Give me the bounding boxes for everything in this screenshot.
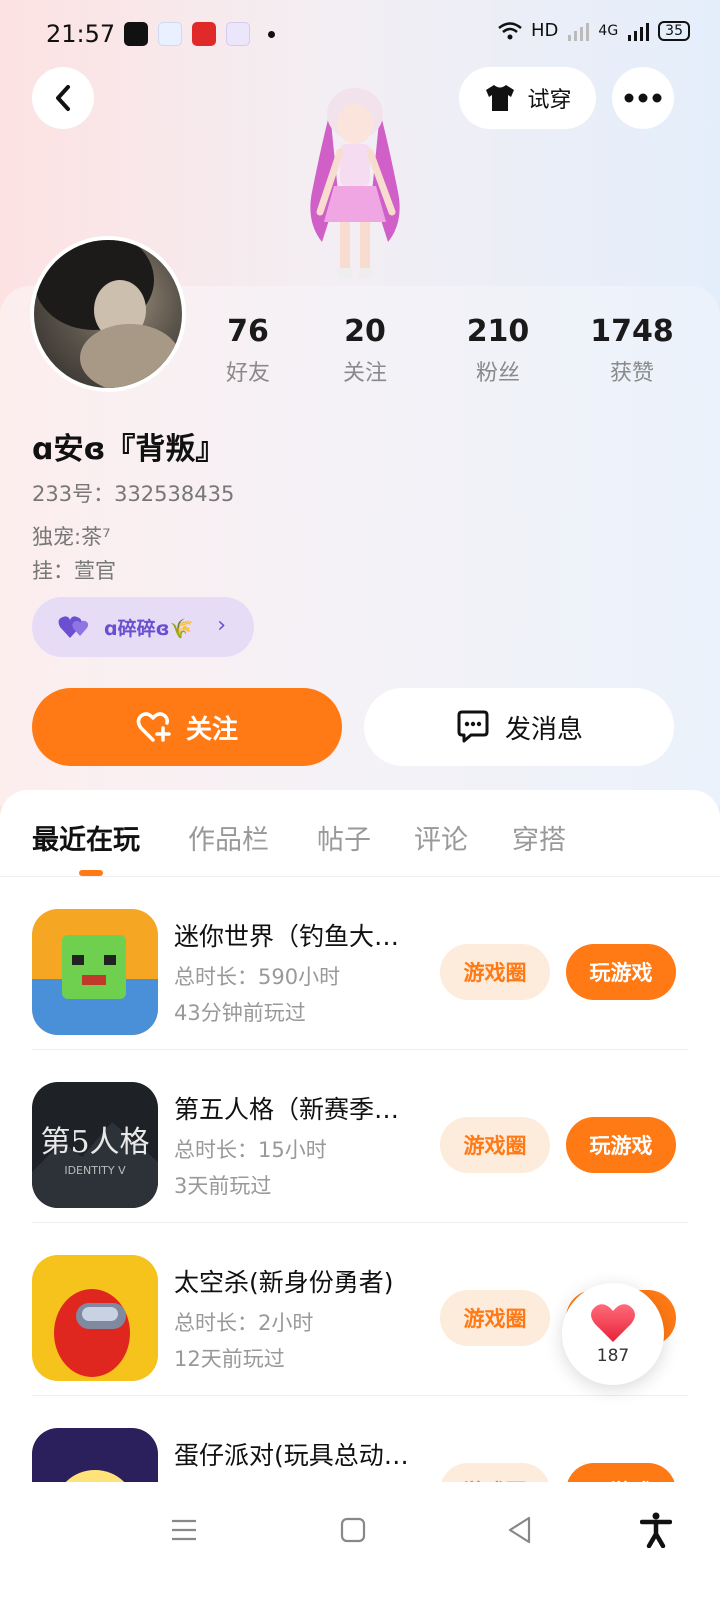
signal-weak-icon [568, 22, 590, 41]
play-game-button[interactable]: 玩游戏 [566, 1117, 676, 1173]
tshirt-icon [486, 85, 515, 111]
status-bar: 21:57 HD 4G 35 [0, 0, 720, 70]
game-last-played: 43分钟前玩过 [174, 1001, 306, 1025]
chevron-left-icon [56, 85, 70, 111]
user-avatar[interactable] [30, 236, 186, 392]
game-circle-button[interactable]: 游戏圈 [440, 944, 550, 1000]
try-on-label: 试穿 [527, 88, 572, 113]
network-type: HD [531, 20, 559, 41]
username: ɑ安ɞ『背叛』 [32, 432, 226, 467]
stat-value: 20 [344, 314, 386, 349]
battery-indicator: 35 [658, 20, 690, 41]
chevron-right-icon: › [217, 613, 226, 638]
tab-outfits[interactable]: 穿搭 [512, 818, 566, 857]
follow-button[interactable]: 关注 [32, 688, 342, 766]
send-message-button[interactable]: 发消息 [364, 688, 674, 766]
send-message-label: 发消息 [504, 714, 583, 745]
menu-icon[interactable] [164, 1510, 204, 1550]
game-title: 太空杀(新身份勇者) [174, 1268, 394, 1297]
mini-world-artwork [32, 909, 158, 1035]
tab-comments[interactable]: 评论 [414, 818, 468, 857]
cell-type: 4G [598, 22, 619, 39]
double-heart-icon [58, 616, 89, 638]
system-navigation-bar [0, 1482, 720, 1600]
couple-name: ɑ碎碎ɞ🌾 [104, 617, 194, 640]
stat-label: 获赞 [609, 361, 654, 386]
svg-text:第5人格: 第5人格 [40, 1125, 149, 1160]
game-list-item[interactable]: 第5人格 IDENTITY V 第五人格（新赛季… 总时长：15小时 3天前玩过… [32, 1050, 688, 1223]
space-kill-artwork [32, 1255, 158, 1381]
game-list-item[interactable]: 迷你世界（钓鱼大… 总时长：590小时 43分钟前玩过 游戏圈 玩游戏 [32, 877, 688, 1050]
more-options-button[interactable] [612, 67, 674, 129]
tab-recently-played[interactable]: 最近在玩 [32, 818, 140, 857]
signal-strong-icon [628, 22, 650, 41]
stat-likes[interactable]: 1748 获赞 [572, 314, 692, 387]
more-notifications-dot [268, 30, 275, 38]
baidu-icon [158, 22, 182, 46]
bio-line: 挂：萱官 [32, 559, 116, 583]
game-circle-button[interactable]: 游戏圈 [440, 1117, 550, 1173]
identity-v-artwork: 第5人格 IDENTITY V [32, 1082, 158, 1208]
stat-value: 1748 [590, 314, 674, 349]
stat-fans[interactable]: 210 粉丝 [438, 314, 558, 387]
game-last-played: 3天前玩过 [174, 1174, 272, 1198]
play-game-button[interactable]: 玩游戏 [566, 944, 676, 1000]
follow-label: 关注 [185, 714, 238, 745]
chat-bubble-icon [457, 710, 489, 743]
back-triangle-icon[interactable] [500, 1510, 540, 1550]
tiktok-icon [124, 22, 148, 46]
couple-badge[interactable]: ɑ碎碎ɞ🌾 › [32, 597, 254, 657]
stat-value: 76 [227, 314, 269, 349]
like-floating-button[interactable]: 187 [562, 1283, 664, 1385]
game-icon-identity-v[interactable]: 第5人格 IDENTITY V [32, 1082, 158, 1208]
tab-posts[interactable]: 帖子 [317, 818, 371, 857]
back-button[interactable] [32, 67, 94, 129]
game-playtime: 总时长：2小时 [174, 1311, 314, 1335]
game-playtime: 总时长：590小时 [174, 965, 341, 989]
user-id[interactable]: 233号：332538435 [32, 478, 234, 508]
game-title: 蛋仔派对(玩具总动… [174, 1441, 409, 1470]
avatar-character-figure [310, 88, 400, 278]
app-purple-icon [226, 22, 250, 46]
stat-friends[interactable]: 76 好友 [188, 314, 308, 387]
stat-label: 关注 [342, 361, 387, 386]
heart-icon [591, 1304, 635, 1342]
stat-value: 210 [466, 314, 530, 349]
stat-following[interactable]: 20 关注 [305, 314, 425, 387]
game-icon-space-kill[interactable] [32, 1255, 158, 1381]
game-title: 第五人格（新赛季… [174, 1095, 400, 1124]
wifi-icon [498, 21, 522, 39]
system-icons: HD 4G 35 [497, 20, 690, 41]
game-playtime: 总时长：15小时 [174, 1138, 327, 1162]
like-count: 187 [596, 1346, 630, 1366]
notification-icons [124, 22, 275, 46]
avatar-photo [34, 240, 180, 388]
heart-add-icon [136, 712, 171, 742]
status-time: 21:57 [46, 20, 116, 48]
home-square-icon[interactable] [333, 1510, 373, 1550]
tab-works[interactable]: 作品栏 [188, 818, 269, 857]
more-dots-icon [624, 93, 662, 103]
game-circle-button[interactable]: 游戏圈 [440, 1290, 550, 1346]
stat-label: 好友 [225, 361, 270, 386]
try-on-button[interactable]: 试穿 [459, 67, 596, 129]
game-last-played: 12天前玩过 [174, 1347, 285, 1371]
game-title: 迷你世界（钓鱼大… [174, 922, 400, 951]
app-red-icon [192, 22, 216, 46]
stat-label: 粉丝 [475, 361, 520, 386]
accessibility-icon[interactable] [636, 1510, 676, 1550]
svg-text:IDENTITY V: IDENTITY V [64, 1164, 126, 1177]
bio-line: 独宠:茶⁷ [32, 525, 111, 549]
game-icon-mini-world[interactable] [32, 909, 158, 1035]
